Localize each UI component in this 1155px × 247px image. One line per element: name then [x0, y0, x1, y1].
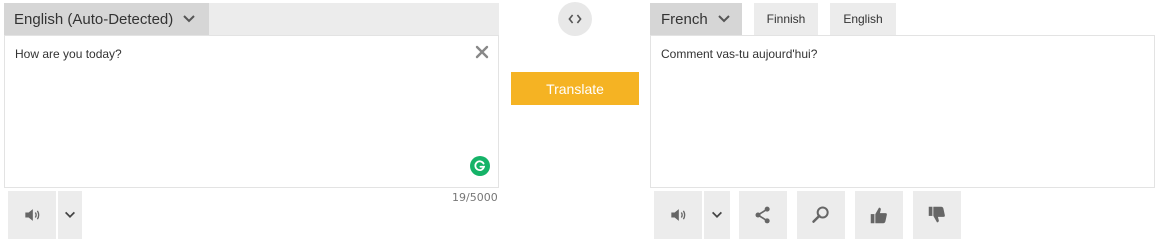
chevron-down-icon	[65, 211, 75, 218]
dislike-button[interactable]	[913, 191, 961, 239]
share-icon	[755, 206, 770, 224]
target-language-label: French	[661, 10, 708, 28]
thumbs-up-icon	[870, 207, 887, 224]
source-language-label: English (Auto-Detected)	[14, 10, 174, 28]
thumbs-down-icon	[928, 206, 945, 223]
target-language-bar: French Finnish English	[650, 3, 1155, 35]
speaker-icon	[671, 209, 686, 221]
translate-button[interactable]: Translate	[511, 72, 639, 105]
source-listen-button[interactable]	[8, 191, 56, 239]
search-icon	[812, 206, 829, 223]
target-language-selector[interactable]: French	[650, 3, 742, 35]
like-button[interactable]	[855, 191, 903, 239]
target-listen-button[interactable]	[654, 191, 702, 239]
chevron-down-icon	[717, 15, 730, 23]
dictionary-search-button[interactable]	[797, 191, 845, 239]
tab-english[interactable]: English	[830, 3, 896, 35]
close-icon[interactable]	[474, 44, 490, 60]
grammarly-icon[interactable]	[470, 156, 490, 176]
translator: English (Auto-Detected) How are you toda…	[0, 0, 1155, 247]
source-language-selector[interactable]: English (Auto-Detected)	[4, 3, 209, 35]
source-language-bar: English (Auto-Detected)	[4, 3, 499, 35]
source-voice-dropdown[interactable]	[58, 191, 82, 239]
tab-finnish[interactable]: Finnish	[754, 3, 818, 35]
chevron-down-icon	[712, 211, 722, 218]
share-button[interactable]	[739, 191, 787, 239]
target-voice-dropdown[interactable]	[704, 191, 730, 239]
source-text-area[interactable]: How are you today?	[4, 35, 499, 188]
swap-languages-icon	[568, 14, 582, 24]
target-text-area: Comment vas-tu aujourd'hui?	[650, 35, 1155, 188]
swap-languages-button[interactable]	[558, 2, 592, 36]
translated-text: Comment vas-tu aujourd'hui?	[661, 47, 818, 61]
character-counter: 19/5000	[452, 191, 498, 204]
source-text: How are you today?	[15, 47, 122, 61]
chevron-down-icon	[183, 15, 195, 23]
speaker-icon	[25, 209, 40, 221]
